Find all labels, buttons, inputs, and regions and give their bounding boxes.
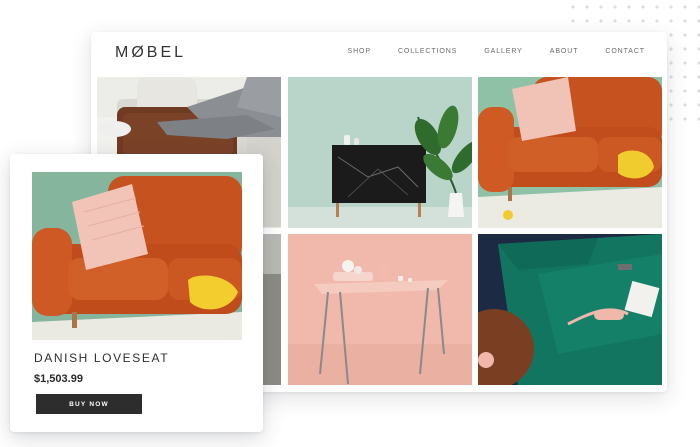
buy-now-button[interactable]: BUY NOW [36,394,142,414]
brand-logo[interactable]: MØBEL [115,44,186,62]
gallery-image-green-sofa[interactable] [478,234,662,385]
nav-item-shop[interactable]: SHOP [348,48,371,55]
main-nav: SHOP COLLECTIONS GALLERY ABOUT CONTACT [348,48,645,55]
nav-item-about[interactable]: ABOUT [550,48,579,55]
nav-item-contact[interactable]: CONTACT [605,48,645,55]
product-card: DANISH LOVESEAT $1,503.99 BUY NOW [10,154,263,432]
product-price: $1,503.99 [34,373,83,385]
product-image[interactable] [32,172,242,340]
nav-item-gallery[interactable]: GALLERY [484,48,522,55]
gallery-image-pink-table[interactable] [288,234,472,385]
product-name: DANISH LOVESEAT [34,351,170,365]
gallery-image-sideboard[interactable] [288,77,472,228]
nav-item-collections[interactable]: COLLECTIONS [398,48,457,55]
gallery-image-orange-sofa[interactable] [478,77,662,228]
